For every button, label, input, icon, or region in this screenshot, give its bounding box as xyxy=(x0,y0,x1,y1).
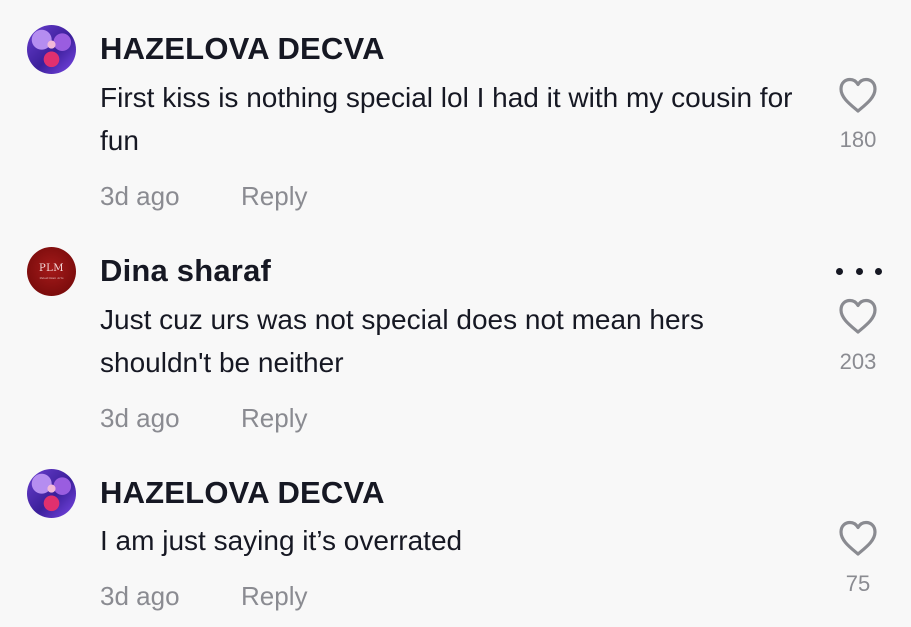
dot xyxy=(875,267,882,275)
heart-outline-icon xyxy=(839,298,877,334)
comment-username[interactable]: HAZELOVA DECVA xyxy=(100,33,385,64)
avatar-logo-subtext: Palestinian Arts xyxy=(39,275,64,280)
avatar-logo-text: PLM xyxy=(38,262,65,274)
avatar[interactable] xyxy=(27,25,76,74)
dot xyxy=(836,267,843,275)
avatar[interactable] xyxy=(27,469,76,518)
like-button[interactable] xyxy=(837,519,879,559)
comment-username[interactable]: Dina sharaf xyxy=(100,255,271,286)
comment-timestamp: 3d ago xyxy=(100,403,180,433)
like-button[interactable] xyxy=(837,297,879,337)
like-count: 180 xyxy=(839,127,877,152)
like-count: 75 xyxy=(845,571,871,596)
reply-button[interactable]: Reply xyxy=(241,405,307,431)
comment-text: First kiss is nothing special lol I had … xyxy=(100,82,793,156)
more-options-icon[interactable] xyxy=(836,261,882,281)
comment-timestamp: 3d ago xyxy=(100,181,180,211)
like-button[interactable] xyxy=(837,76,879,116)
dot xyxy=(855,267,863,275)
avatar[interactable]: PLM Palestinian Arts xyxy=(27,247,76,296)
comment-text: I am just saying it’s overrated xyxy=(100,525,463,556)
comment-timestamp: 3d ago xyxy=(100,581,180,611)
heart-outline-icon xyxy=(839,520,877,556)
comment-username[interactable]: HAZELOVA DECVA xyxy=(100,477,385,508)
like-count: 203 xyxy=(839,349,877,374)
reply-button[interactable]: Reply xyxy=(241,583,307,609)
reply-button[interactable]: Reply xyxy=(241,183,307,209)
heart-outline-icon xyxy=(839,77,877,113)
comment-text: Just cuz urs was not special does not me… xyxy=(100,304,704,378)
